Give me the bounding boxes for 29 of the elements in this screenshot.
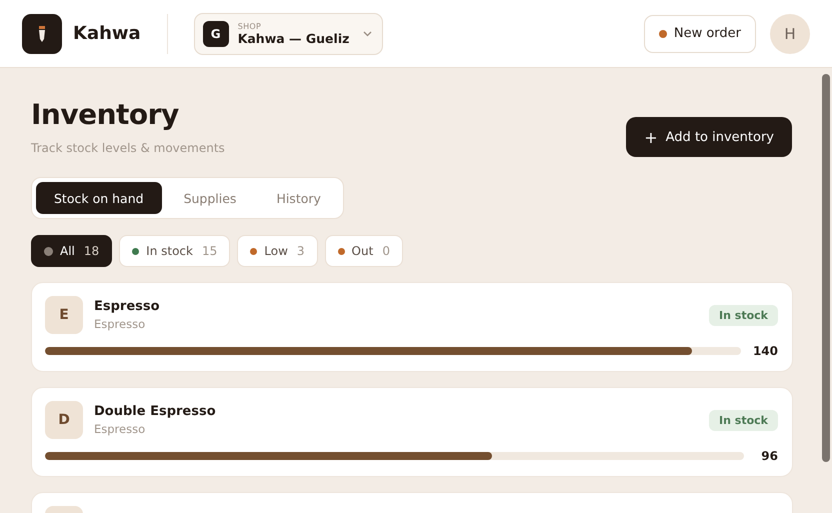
item-name: Espresso	[94, 299, 161, 314]
item-quantity: 140	[752, 344, 778, 358]
inventory-card[interactable]: E Espresso Espresso In stock 140	[31, 282, 793, 372]
item-category: Espresso	[94, 317, 146, 331]
item-name: Double Espresso	[94, 404, 217, 419]
chevron-down-icon	[363, 30, 372, 36]
inventory-card[interactable]: D Double Espresso Espresso In stock 96	[31, 387, 793, 477]
item-category: Espresso	[94, 422, 146, 436]
logo-icon	[22, 14, 62, 54]
tab[interactable]: History	[258, 182, 339, 214]
scrollbar[interactable]	[822, 74, 830, 462]
add-to-inventory-button[interactable]: + Add to inventory	[626, 117, 792, 157]
new-order-button[interactable]: New order	[644, 14, 756, 52]
tab[interactable]: Stock on hand	[36, 182, 162, 214]
filter-chip[interactable]: Low 3	[237, 235, 318, 267]
user-avatar[interactable]: H	[770, 14, 810, 54]
brand-name: Kahwa	[73, 23, 141, 44]
status-badge: In stock	[709, 305, 778, 326]
item-quantity: 96	[760, 449, 778, 463]
filter-chip[interactable]: All 18	[31, 235, 112, 267]
item-initial: E	[45, 296, 83, 334]
tab[interactable]: Supplies	[166, 182, 254, 214]
filter-chip[interactable]: In stock 15	[119, 235, 230, 267]
item-initial: D	[45, 401, 83, 439]
status-badge: In stock	[709, 410, 778, 431]
page-title: Inventory	[31, 98, 180, 131]
shop-selector[interactable]: G SHOP Kahwa — Gueliz	[194, 12, 384, 54]
filter-chip[interactable]: Out 0	[324, 235, 403, 267]
page-subtitle: Track stock levels & movements	[31, 141, 225, 155]
